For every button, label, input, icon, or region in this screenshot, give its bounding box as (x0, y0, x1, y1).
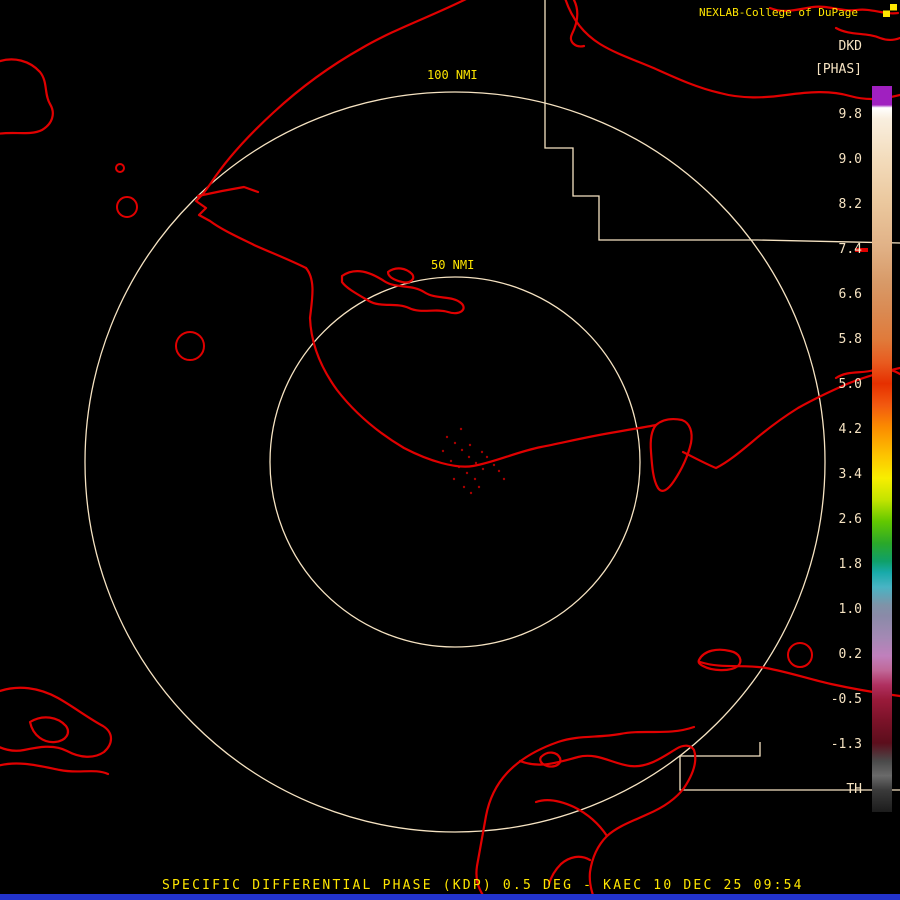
range-ring-label-100nmi: 100 NMI (424, 68, 481, 82)
colorbar-tick: 0.2 (838, 647, 862, 662)
product-units: [PHAS] (815, 62, 862, 77)
colorbar-tick: 2.6 (838, 512, 862, 527)
radar-display: 100 NMI 50 NMI NEXLAB-College of DuPage … (0, 0, 900, 900)
site-title: NEXLAB-College of DuPage (699, 6, 858, 19)
colorbar-tick: 5.0 (838, 377, 862, 392)
colorbar-tick: 5.8 (838, 332, 862, 347)
colorbar (872, 86, 892, 812)
product-caption: SPECIFIC DIFFERENTIAL PHASE (KDP) 0.5 DE… (162, 878, 804, 893)
colorbar-tick: 7.4 (838, 242, 862, 257)
colorbar-tick: 6.6 (838, 287, 862, 302)
colorbar-tick: 4.2 (838, 422, 862, 437)
colorbar-tick: -0.5 (830, 692, 862, 707)
colorbar-tick: 9.0 (838, 152, 862, 167)
bottom-status-bar (0, 894, 900, 900)
colorbar-tick: 1.0 (838, 602, 862, 617)
colorbar-tick: 3.4 (838, 467, 862, 482)
cod-logo-icon (883, 4, 897, 17)
product-code: DKD (838, 39, 862, 54)
map-layer (0, 0, 900, 900)
colorbar-tick: TH (846, 782, 862, 797)
range-rings (84, 91, 826, 833)
colorbar-tick: -1.3 (830, 737, 862, 752)
colorbar-tick: 9.8 (838, 107, 862, 122)
colorbar-tick: 1.8 (838, 557, 862, 572)
map-outlines (0, 0, 900, 900)
colorbar-tick: 8.2 (838, 197, 862, 212)
range-ring-label-50nmi: 50 NMI (428, 258, 478, 272)
